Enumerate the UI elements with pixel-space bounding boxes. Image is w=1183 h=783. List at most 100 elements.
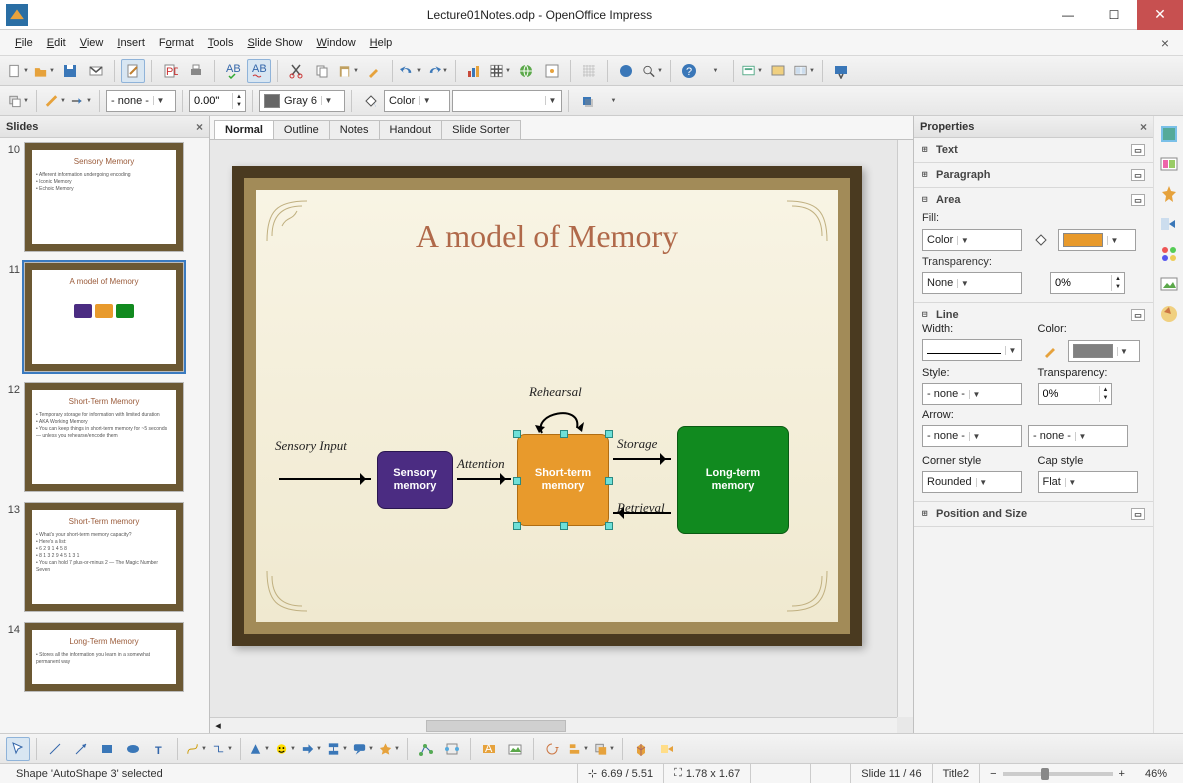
slide-title[interactable]: A model of Memory <box>292 218 802 255</box>
menu-view[interactable]: View <box>73 34 111 52</box>
select-tool-icon[interactable] <box>6 737 30 761</box>
arrange-icon[interactable]: ▼ <box>6 89 30 113</box>
rail-transition-icon[interactable] <box>1159 214 1179 234</box>
tab-notes[interactable]: Notes <box>329 120 380 139</box>
menu-file[interactable]: File <box>8 34 40 52</box>
properties-close-icon[interactable]: × <box>1140 120 1147 134</box>
slides-list[interactable]: 10 Sensory Memory • Afferent information… <box>0 138 209 733</box>
more-icon[interactable]: ▭ <box>1131 508 1145 520</box>
transparency-spinner[interactable]: ▲▼ <box>1050 272 1125 294</box>
copy-icon[interactable] <box>310 59 334 83</box>
tab-slidesorter[interactable]: Slide Sorter <box>441 120 520 139</box>
section-paragraph[interactable]: ⊞Paragraph▭ <box>914 163 1153 188</box>
zoom-value[interactable]: 46% <box>1135 764 1177 783</box>
canvas[interactable]: A model of Memory Sensory Input Attentio… <box>210 140 913 733</box>
print-icon[interactable] <box>184 59 208 83</box>
fill-color-combo[interactable]: ▼ <box>1058 229 1136 251</box>
arrow[interactable] <box>457 478 511 480</box>
rail-properties-icon[interactable] <box>1159 124 1179 144</box>
line-color-combo[interactable]: ▼ <box>1068 340 1140 362</box>
slide-layout-icon[interactable]: ▼ <box>792 59 816 83</box>
edit-file-icon[interactable] <box>121 59 145 83</box>
export-pdf-icon[interactable]: PDF <box>158 59 182 83</box>
text-tool-icon[interactable]: T <box>147 737 171 761</box>
extrusion-icon[interactable] <box>629 737 653 761</box>
menu-edit[interactable]: Edit <box>40 34 73 52</box>
box-short-term-memory[interactable]: Short-term memory <box>517 434 609 526</box>
ellipse-tool-icon[interactable] <box>121 737 145 761</box>
close-button[interactable]: ✕ <box>1137 0 1183 30</box>
fill-mode-combo[interactable]: Color▼ <box>922 229 1022 251</box>
rotate-icon[interactable] <box>540 737 564 761</box>
fontwork-icon[interactable]: A <box>477 737 501 761</box>
fill-mode-select[interactable]: Color▼ <box>384 90 450 112</box>
fill-bucket-icon[interactable] <box>1028 228 1052 252</box>
arrow[interactable] <box>613 458 671 460</box>
line-style-select[interactable]: - none -▼ <box>106 90 176 112</box>
connector-tool-icon[interactable]: ▼ <box>210 737 234 761</box>
line-tool-icon[interactable] <box>43 737 67 761</box>
line-style-combo[interactable]: - none -▼ <box>922 383 1022 405</box>
more-icon[interactable]: ▭ <box>1131 144 1145 156</box>
box-long-term-memory[interactable]: Long-term memory <box>677 426 789 534</box>
redo-icon[interactable]: ▼ <box>425 59 449 83</box>
callouts-icon[interactable]: ▼ <box>351 737 375 761</box>
label-sensory-input[interactable]: Sensory Input <box>275 438 347 454</box>
slide-thumb[interactable]: 10 Sensory Memory • Afferent information… <box>4 142 205 252</box>
menu-window[interactable]: Window <box>310 34 363 52</box>
menu-help[interactable]: Help <box>363 34 400 52</box>
line-transp-spinner[interactable]: ▲▼ <box>1038 383 1113 405</box>
tab-handout[interactable]: Handout <box>379 120 443 139</box>
status-master[interactable]: Title2 <box>933 764 981 783</box>
toolbar2-dropdown-icon[interactable]: ▼ <box>601 89 625 113</box>
help-icon[interactable]: ? <box>677 59 701 83</box>
more-icon[interactable]: ▭ <box>1131 194 1145 206</box>
zoom-icon[interactable]: ▼ <box>640 59 664 83</box>
slide-thumb[interactable]: 13 Short-Term memory • What's your short… <box>4 502 205 612</box>
mail-icon[interactable] <box>84 59 108 83</box>
label-storage[interactable]: Storage <box>617 436 657 452</box>
autospell-icon[interactable]: ABC <box>247 59 271 83</box>
line-color-icon[interactable]: ▼ <box>43 89 67 113</box>
arrow-tool-icon[interactable] <box>69 737 93 761</box>
rail-navigator-icon[interactable] <box>1159 304 1179 324</box>
menu-slideshow[interactable]: Slide Show <box>240 34 309 52</box>
transparency-mode-combo[interactable]: None▼ <box>922 272 1022 294</box>
symbol-shapes-icon[interactable]: ▼ <box>273 737 297 761</box>
rect-tool-icon[interactable] <box>95 737 119 761</box>
toolbar-dropdown-icon[interactable]: ▼ <box>703 59 727 83</box>
open-icon[interactable]: ▼ <box>32 59 56 83</box>
close-doc-icon[interactable]: × <box>1155 33 1175 53</box>
curve-tool-icon[interactable]: ▼ <box>184 737 208 761</box>
navigator-icon[interactable] <box>540 59 564 83</box>
presentation-icon[interactable] <box>829 59 853 83</box>
maximize-button[interactable]: ☐ <box>1091 0 1137 30</box>
slide-thumb[interactable]: 12 Short-Term Memory • Temporary storage… <box>4 382 205 492</box>
arrow[interactable] <box>279 478 371 480</box>
align-icon[interactable]: ▼ <box>566 737 590 761</box>
format-paintbrush-icon[interactable] <box>362 59 386 83</box>
line-width-spinner[interactable]: ▲▼ <box>189 90 246 112</box>
arrow[interactable] <box>613 512 671 514</box>
slide-thumb[interactable]: 11 A model of Memory <box>4 262 205 372</box>
paste-icon[interactable]: ▼ <box>336 59 360 83</box>
corner-combo[interactable]: Rounded▼ <box>922 471 1022 493</box>
cut-icon[interactable] <box>284 59 308 83</box>
slide-icon[interactable]: ▼ <box>740 59 764 83</box>
rail-animation-icon[interactable] <box>1159 184 1179 204</box>
grid-icon[interactable] <box>577 59 601 83</box>
zoom-world-icon[interactable] <box>614 59 638 83</box>
rail-styles-icon[interactable] <box>1159 244 1179 264</box>
block-arrows-icon[interactable]: ▼ <box>299 737 323 761</box>
label-attention[interactable]: Attention <box>457 456 505 472</box>
slide[interactable]: A model of Memory Sensory Input Attentio… <box>232 166 862 646</box>
stars-icon[interactable]: ▼ <box>377 737 401 761</box>
zoom-control[interactable]: −+ <box>980 764 1135 783</box>
minimize-button[interactable]: — <box>1045 0 1091 30</box>
fill-bucket-icon[interactable] <box>358 89 382 113</box>
undo-icon[interactable]: ▼ <box>399 59 423 83</box>
save-icon[interactable] <box>58 59 82 83</box>
shadow-icon[interactable] <box>575 89 599 113</box>
from-file-icon[interactable] <box>503 737 527 761</box>
slide-thumb[interactable]: 14 Long-Term Memory • Stores all the inf… <box>4 622 205 692</box>
